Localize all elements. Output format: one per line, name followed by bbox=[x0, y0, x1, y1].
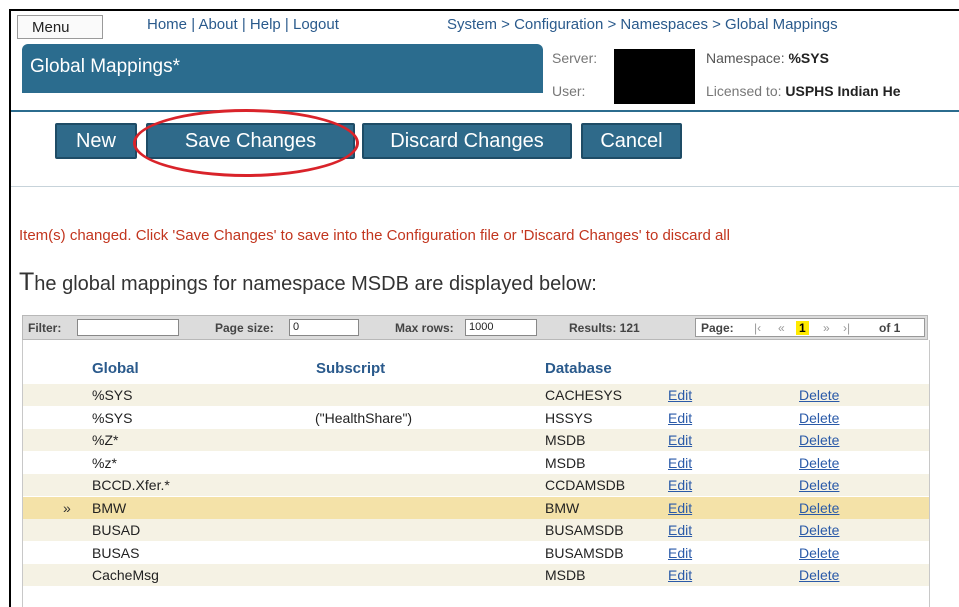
home-link[interactable]: Home bbox=[147, 16, 187, 33]
page-title-tab: Global Mappings* bbox=[22, 44, 543, 93]
next-page-button[interactable]: » bbox=[823, 321, 830, 335]
global-cell: %Z* bbox=[92, 432, 119, 448]
breadcrumb[interactable]: System > Configuration > Namespaces > Gl… bbox=[447, 16, 838, 33]
page-title: Global Mappings* bbox=[30, 56, 180, 77]
cancel-button[interactable]: Cancel bbox=[581, 123, 682, 159]
results-count: Results: 121 bbox=[569, 321, 640, 335]
heading-text: he global mappings for namespace MSDB ar… bbox=[34, 273, 597, 295]
nav-separator: | bbox=[241, 16, 246, 33]
subscript-cell: ("HealthShare") bbox=[315, 409, 413, 426]
edit-link[interactable]: Edit bbox=[668, 477, 692, 493]
delete-link[interactable]: Delete bbox=[799, 432, 839, 448]
delete-link[interactable]: Delete bbox=[799, 455, 839, 471]
edit-link[interactable]: Edit bbox=[668, 410, 692, 426]
namespace-value: %SYS bbox=[788, 50, 829, 66]
edit-link[interactable]: Edit bbox=[668, 545, 692, 561]
changed-message: Item(s) changed. Click 'Save Changes' to… bbox=[19, 227, 730, 244]
global-cell: BUSAD bbox=[92, 522, 141, 538]
table-row[interactable]: %Z* MSDB Edit Delete bbox=[23, 429, 929, 451]
database-cell: MSDB bbox=[545, 432, 586, 448]
filter-input[interactable] bbox=[77, 319, 179, 336]
licensed-value: USPHS Indian He bbox=[785, 83, 901, 99]
database-cell: MSDB bbox=[545, 567, 586, 583]
global-cell: %z* bbox=[92, 454, 117, 471]
namespace-info: Namespace: %SYS bbox=[706, 50, 829, 66]
nav-separator: | bbox=[284, 16, 289, 33]
nav-separator: | bbox=[191, 16, 196, 33]
row-selected-marker: » bbox=[63, 499, 71, 516]
table-row[interactable]: BUSAS BUSAMSDB Edit Delete bbox=[23, 542, 929, 564]
column-header-database[interactable]: Database bbox=[545, 340, 612, 382]
app-window: Menu Home | About | Help | Logout System… bbox=[9, 9, 959, 607]
global-cell: %SYS bbox=[92, 409, 133, 426]
redacted-block bbox=[614, 49, 695, 104]
database-cell: BUSAMSDB bbox=[545, 522, 624, 538]
filter-bar: Filter: Page size: 0 Max rows: 1000 Resu… bbox=[22, 315, 928, 340]
delete-link[interactable]: Delete bbox=[799, 387, 839, 403]
help-link[interactable]: Help bbox=[250, 16, 281, 33]
filter-label: Filter: bbox=[28, 321, 62, 335]
edit-link[interactable]: Edit bbox=[668, 567, 692, 583]
table-row[interactable]: BCCD.Xfer.* CCDAMSDB Edit Delete bbox=[23, 474, 929, 496]
delete-link[interactable]: Delete bbox=[799, 500, 839, 516]
table-row[interactable]: BUSAD BUSAMSDB Edit Delete bbox=[23, 519, 929, 541]
menu-button[interactable]: Menu bbox=[17, 15, 103, 39]
top-nav-links: Home | About | Help | Logout bbox=[147, 16, 339, 33]
table-heading: The global mappings for namespace MSDB a… bbox=[19, 268, 597, 297]
discard-changes-button[interactable]: Discard Changes bbox=[362, 123, 572, 159]
table-row[interactable]: CacheMsg MSDB Edit Delete bbox=[23, 564, 929, 586]
first-page-button[interactable]: |‹ bbox=[754, 321, 761, 335]
column-header-subscript[interactable]: Subscript bbox=[316, 340, 385, 382]
database-cell: HSSYS bbox=[545, 409, 593, 426]
global-cell: BCCD.Xfer.* bbox=[92, 477, 170, 493]
last-page-button[interactable]: ›| bbox=[843, 321, 850, 335]
edit-link[interactable]: Edit bbox=[668, 522, 692, 538]
database-cell: CCDAMSDB bbox=[545, 477, 626, 493]
edit-link[interactable]: Edit bbox=[668, 432, 692, 448]
max-rows-input[interactable]: 1000 bbox=[465, 319, 537, 336]
about-link[interactable]: About bbox=[198, 16, 237, 33]
mappings-table: Global Subscript Database %SYS CACHESYS Ed… bbox=[22, 340, 930, 607]
delete-link[interactable]: Delete bbox=[799, 522, 839, 538]
namespace-label: Namespace: bbox=[706, 50, 785, 66]
global-cell: BUSAS bbox=[92, 544, 140, 561]
licensed-label: Licensed to: bbox=[706, 83, 782, 99]
new-button[interactable]: New bbox=[55, 123, 137, 159]
logout-link[interactable]: Logout bbox=[293, 16, 339, 33]
database-cell: BMW bbox=[545, 499, 580, 516]
global-cell: BMW bbox=[92, 499, 127, 516]
table-row[interactable]: %SYS ("HealthShare") HSSYS Edit Delete bbox=[23, 407, 929, 429]
user-label: User: bbox=[552, 83, 586, 99]
database-cell: CACHESYS bbox=[545, 387, 623, 403]
global-cell: CacheMsg bbox=[92, 567, 159, 583]
table-row[interactable]: » BMW BMW Edit Delete bbox=[23, 496, 929, 519]
current-page[interactable]: 1 bbox=[796, 321, 809, 335]
prev-page-button[interactable]: « bbox=[778, 321, 785, 335]
heading-first-letter: T bbox=[19, 268, 35, 296]
delete-link[interactable]: Delete bbox=[799, 545, 839, 561]
database-cell: BUSAMSDB bbox=[545, 544, 624, 561]
pager: Page: |‹ « 1 » ›| of 1 bbox=[695, 318, 925, 337]
server-label: Server: bbox=[552, 50, 598, 66]
page-size-input[interactable]: 0 bbox=[289, 319, 359, 336]
column-header-global[interactable]: Global bbox=[92, 340, 139, 382]
delete-link[interactable]: Delete bbox=[799, 410, 839, 426]
global-cell: %SYS bbox=[92, 387, 133, 403]
page-label: Page: bbox=[701, 321, 734, 335]
edit-link[interactable]: Edit bbox=[668, 500, 692, 516]
page-count: of 1 bbox=[879, 321, 901, 335]
delete-link[interactable]: Delete bbox=[799, 477, 839, 493]
edit-link[interactable]: Edit bbox=[668, 455, 692, 471]
table-row[interactable]: %SYS CACHESYS Edit Delete bbox=[23, 384, 929, 406]
table-row[interactable]: %z* MSDB Edit Delete bbox=[23, 452, 929, 474]
database-cell: MSDB bbox=[545, 454, 586, 471]
license-info: Licensed to: USPHS Indian He bbox=[706, 83, 901, 99]
header-divider bbox=[11, 110, 959, 112]
delete-link[interactable]: Delete bbox=[799, 567, 839, 583]
highlight-circle-annotation bbox=[133, 109, 359, 177]
edit-link[interactable]: Edit bbox=[668, 387, 692, 403]
toolbar-divider bbox=[11, 186, 959, 187]
max-rows-label: Max rows: bbox=[395, 321, 454, 335]
page-size-label: Page size: bbox=[215, 321, 274, 335]
